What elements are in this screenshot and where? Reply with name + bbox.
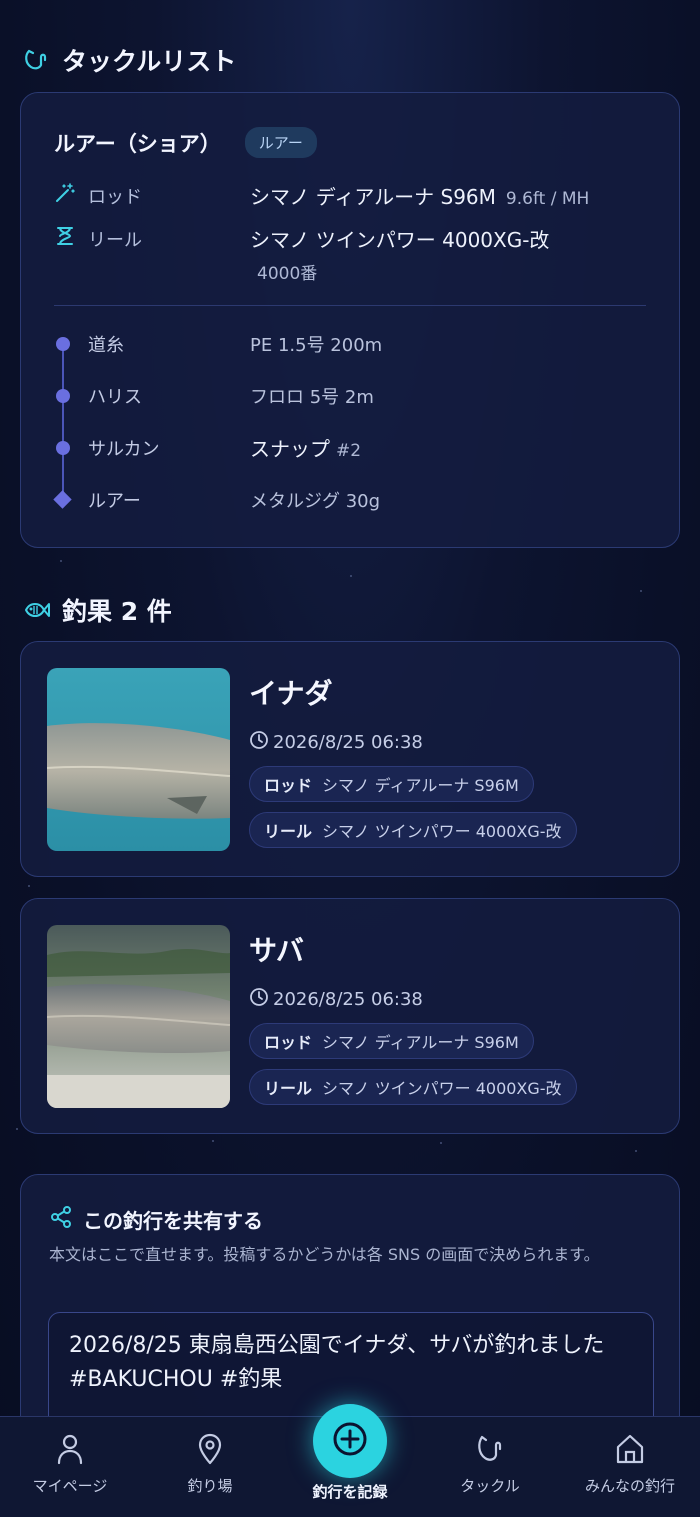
- record-trip-label: 釣行を記録: [312, 1483, 388, 1501]
- fish-name: サバ: [249, 934, 304, 967]
- magic-wand-icon: [54, 182, 76, 209]
- star-decoration: [212, 1140, 214, 1142]
- nav-item-tackle[interactable]: タックル: [430, 1417, 550, 1517]
- tackle-card[interactable]: ルアー（ショア） ルアー ロッド シマノ ディアルーナ S96M 9.6ft /…: [20, 92, 680, 548]
- star-decoration: [16, 1128, 18, 1130]
- catch-time: 2026/8/25 06:38: [249, 987, 423, 1012]
- line-connector: [62, 345, 64, 501]
- fish-photo: [47, 668, 230, 851]
- share-icon: [49, 1205, 73, 1234]
- fish-name: イナダ: [249, 677, 333, 710]
- reel-chip: リール シマノ ツインパワー 4000XG-改: [249, 1069, 577, 1105]
- divider: [54, 305, 646, 306]
- catch-card[interactable]: イナダ 2026/8/25 06:38 ロッド シマノ ディアルーナ S96M …: [20, 641, 680, 877]
- reel-label: リール: [88, 229, 142, 251]
- fish-icon: [22, 596, 50, 624]
- person-icon: [55, 1433, 85, 1465]
- fish-photo: [47, 925, 230, 1108]
- share-title: この釣行を共有する: [49, 1205, 263, 1234]
- rod-chip: ロッド シマノ ディアルーナ S96M: [249, 1023, 534, 1059]
- reel-icon: [54, 225, 76, 252]
- nav-item-spots[interactable]: 釣り場: [150, 1417, 270, 1517]
- clock-icon: [249, 987, 269, 1012]
- star-decoration: [60, 560, 62, 562]
- star-decoration: [635, 1150, 637, 1152]
- line-item: ルアー メタルジグ 30g: [88, 491, 381, 512]
- fishing-hook-icon: [475, 1433, 505, 1465]
- star-decoration: [640, 590, 642, 592]
- rod-spec: 9.6ft / MH: [505, 189, 590, 209]
- record-trip-button[interactable]: [313, 1404, 387, 1478]
- tackle-type-badge: ルアー: [244, 127, 317, 158]
- rod-chip: ロッド シマノ ディアルーナ S96M: [249, 766, 534, 802]
- nav-item-mypage[interactable]: マイページ: [10, 1417, 130, 1517]
- tackle-section-title: タックルリスト: [22, 42, 236, 78]
- map-pin-icon: [195, 1433, 225, 1465]
- catch-card[interactable]: サバ 2026/8/25 06:38 ロッド シマノ ディアルーナ S96M リ…: [20, 898, 680, 1134]
- nav-item-community[interactable]: みんなの釣行: [570, 1417, 690, 1517]
- rod-row: ロッド シマノ ディアルーナ S96M 9.6ft / MH: [54, 181, 589, 210]
- plus-circle-icon: [330, 1419, 370, 1463]
- reel-chip: リール シマノ ツインパワー 4000XG-改: [249, 812, 577, 848]
- rod-value: シマノ ディアルーナ S96M: [250, 185, 496, 209]
- reel-row: リール シマノ ツインパワー 4000XG-改: [54, 224, 549, 253]
- catch-time: 2026/8/25 06:38: [249, 730, 423, 755]
- star-decoration: [440, 1142, 442, 1144]
- line-item: 道糸 PE 1.5号 200m: [88, 335, 383, 356]
- rod-label: ロッド: [88, 186, 142, 208]
- line-item: ハリス フロロ 5号 2m: [88, 387, 374, 408]
- home-icon: [615, 1433, 645, 1465]
- star-decoration: [28, 885, 30, 887]
- fishing-hook-icon: [22, 46, 50, 74]
- star-decoration: [350, 575, 352, 577]
- reel-value: シマノ ツインパワー 4000XG-改: [250, 228, 550, 252]
- reel-spec: 4000番: [257, 264, 318, 284]
- share-description: 本文はここで直せます。投稿するかどうかは各 SNS の画面で決められます。: [49, 1245, 600, 1264]
- clock-icon: [249, 730, 269, 755]
- line-item: サルカン スナップ #2: [88, 437, 362, 461]
- tackle-name: ルアー（ショア）: [54, 131, 221, 156]
- catch-section-title: 釣果 2 件: [22, 592, 172, 628]
